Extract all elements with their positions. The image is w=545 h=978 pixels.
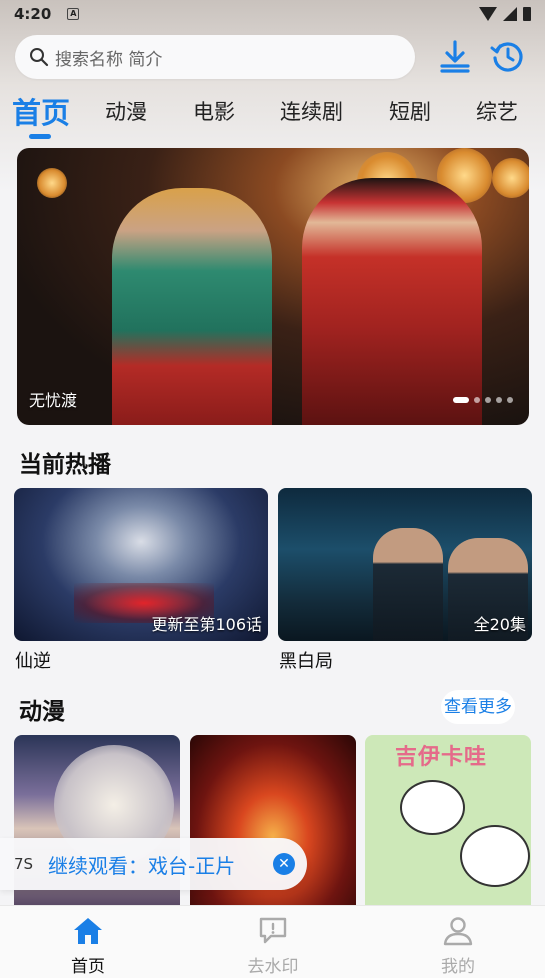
carousel-dot[interactable] xyxy=(507,397,513,403)
banner-figure-woman xyxy=(112,188,272,425)
search-input[interactable]: 搜索名称 简介 xyxy=(15,35,415,79)
anime-card[interactable]: 吉伊卡哇 xyxy=(365,735,531,905)
anime-section-title: 动漫 xyxy=(19,699,65,725)
hot-card-xianni[interactable]: 更新至第106话 xyxy=(14,488,268,641)
nav-watermark-label: 去水印 xyxy=(247,957,299,977)
banner-carousel[interactable]: 无忧渡 xyxy=(17,148,529,425)
hot-card-heibaiju[interactable]: 全20集 xyxy=(278,488,532,641)
signal-icon xyxy=(503,7,517,21)
carousel-dot[interactable] xyxy=(496,397,502,403)
download-icon[interactable] xyxy=(437,38,473,74)
tab-series[interactable]: 连续剧 xyxy=(280,96,343,126)
poster-figure xyxy=(373,528,443,641)
nav-home-label: 首页 xyxy=(71,957,105,977)
hot-card-title[interactable]: 仙逆 xyxy=(15,647,51,673)
banner-figure-man xyxy=(302,178,482,425)
bottom-nav: 首页 去水印 我的 xyxy=(0,905,545,978)
home-icon xyxy=(74,918,102,944)
tab-movie[interactable]: 电影 xyxy=(193,96,235,126)
episode-badge: 更新至第106话 xyxy=(151,615,262,634)
episode-badge: 全20集 xyxy=(473,615,526,634)
nav-profile-label: 我的 xyxy=(441,957,475,977)
lantern xyxy=(37,168,67,198)
continue-label[interactable]: 继续观看：戏台-正片 xyxy=(48,850,235,879)
status-bar: 4:20 A xyxy=(0,0,545,28)
carousel-dot[interactable] xyxy=(453,397,469,403)
tab-short-drama[interactable]: 短剧 xyxy=(389,96,431,126)
history-icon[interactable] xyxy=(490,38,526,74)
search-icon xyxy=(30,48,49,67)
category-tabs: 首页 动漫 电影 连续剧 短剧 综艺 xyxy=(12,88,542,139)
close-icon[interactable]: ✕ xyxy=(273,853,295,875)
carousel-dot[interactable] xyxy=(485,397,491,403)
poster-art xyxy=(400,780,465,835)
carousel-dots xyxy=(453,397,513,403)
nav-profile[interactable]: 我的 xyxy=(418,916,498,977)
poster-title-art: 吉伊卡哇 xyxy=(395,745,488,770)
continue-watching-bar[interactable]: 7S 继续观看：戏台-正片 ✕ xyxy=(0,838,307,890)
hot-card-title[interactable]: 黑白局 xyxy=(279,647,333,673)
banner-caption: 无忧渡 xyxy=(29,391,78,410)
tab-indicator xyxy=(29,134,51,139)
continue-time: 7S xyxy=(14,855,34,873)
lantern xyxy=(492,158,529,198)
search-placeholder: 搜索名称 简介 xyxy=(55,49,163,70)
notification-a-icon: A xyxy=(67,8,80,20)
wifi-icon xyxy=(479,7,497,21)
nav-watermark[interactable]: 去水印 xyxy=(233,916,313,977)
tab-anime[interactable]: 动漫 xyxy=(105,96,147,126)
hot-section-title: 当前热播 xyxy=(19,452,111,478)
see-more-button[interactable]: 查看更多 xyxy=(441,690,515,724)
nav-home[interactable]: 首页 xyxy=(48,916,128,977)
poster-art xyxy=(460,825,530,887)
carousel-dot[interactable] xyxy=(474,397,480,403)
user-icon xyxy=(443,917,473,946)
tab-home[interactable]: 首页 xyxy=(12,90,70,132)
status-time: 4:20 xyxy=(14,5,52,23)
tab-variety[interactable]: 综艺 xyxy=(476,96,518,126)
message-alert-icon xyxy=(259,917,287,944)
battery-icon xyxy=(523,7,531,21)
